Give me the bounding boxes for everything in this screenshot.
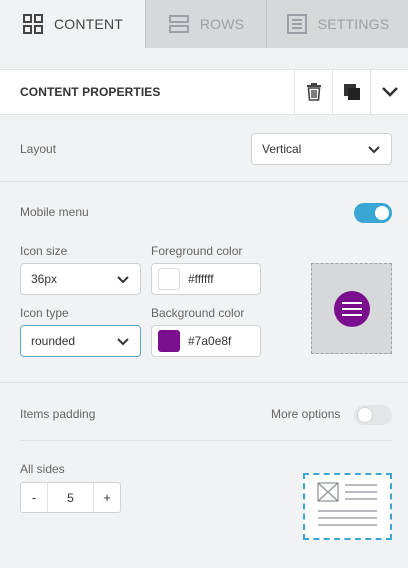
padding-preview — [303, 473, 392, 540]
icon-type-value: rounded — [31, 334, 76, 348]
foreground-color-field[interactable]: #ffffff — [151, 263, 261, 295]
increment-button[interactable]: + — [94, 483, 120, 512]
tab-settings-label: SETTINGS — [317, 16, 390, 32]
icon-size-value: 36px — [31, 272, 58, 286]
delete-button[interactable] — [294, 70, 332, 114]
icon-type-label: Icon type — [20, 306, 69, 320]
background-color-swatch[interactable] — [158, 330, 180, 352]
tab-bar: CONTENT ROWS SETTINGS — [0, 0, 408, 48]
foreground-color-swatch[interactable] — [158, 268, 180, 290]
more-options-label: More options — [271, 407, 341, 421]
all-sides-stepper: - 5 + — [20, 482, 121, 513]
mobile-menu-preview — [311, 263, 392, 354]
icon-size-select[interactable]: 36px — [20, 263, 141, 295]
collapse-button[interactable] — [370, 70, 408, 114]
mobile-menu-toggle[interactable] — [354, 203, 392, 223]
layout-label: Layout — [20, 142, 57, 156]
all-sides-value[interactable]: 5 — [47, 483, 94, 512]
trash-icon — [306, 83, 321, 101]
more-options-toggle[interactable] — [354, 405, 392, 425]
settings-list-icon — [286, 14, 307, 34]
background-color-field[interactable]: #7a0e8f — [151, 325, 261, 357]
layout-select-value: Vertical — [262, 142, 302, 156]
chevron-down-icon — [117, 276, 129, 284]
background-color-value: #7a0e8f — [188, 334, 232, 348]
toggle-knob — [357, 407, 373, 423]
icon-size-label: Icon size — [20, 244, 68, 258]
rows-icon — [168, 15, 189, 33]
tab-rows-label: ROWS — [199, 16, 245, 32]
hamburger-menu-button-preview — [333, 290, 370, 327]
tab-content[interactable]: CONTENT — [0, 0, 145, 48]
grid-icon — [22, 14, 43, 34]
duplicate-icon — [343, 84, 360, 100]
divider — [0, 181, 408, 182]
layout-select[interactable]: Vertical — [251, 133, 392, 165]
content-properties-title: CONTENT PROPERTIES — [20, 85, 161, 99]
collapse-chevron-icon — [381, 87, 398, 97]
all-sides-label: All sides — [20, 462, 65, 476]
content-properties-header: CONTENT PROPERTIES — [0, 69, 408, 115]
items-padding-label: Items padding — [20, 407, 96, 421]
chevron-down-icon — [368, 146, 380, 154]
mobile-menu-label: Mobile menu — [20, 205, 89, 219]
decrement-button[interactable]: - — [21, 483, 47, 512]
background-color-label: Background color — [151, 306, 245, 320]
tab-settings[interactable]: SETTINGS — [267, 0, 408, 48]
divider — [20, 440, 392, 441]
divider — [0, 382, 408, 383]
content-block-icon — [316, 481, 377, 526]
foreground-color-value: #ffffff — [188, 272, 214, 286]
tab-content-label: CONTENT — [53, 16, 124, 32]
foreground-color-label: Foreground color — [151, 244, 243, 258]
duplicate-button[interactable] — [332, 70, 370, 114]
toggle-knob — [375, 206, 389, 220]
tab-rows[interactable]: ROWS — [146, 0, 266, 48]
icon-type-select[interactable]: rounded — [20, 325, 141, 357]
chevron-down-icon — [117, 338, 129, 346]
hamburger-icon — [341, 301, 362, 316]
